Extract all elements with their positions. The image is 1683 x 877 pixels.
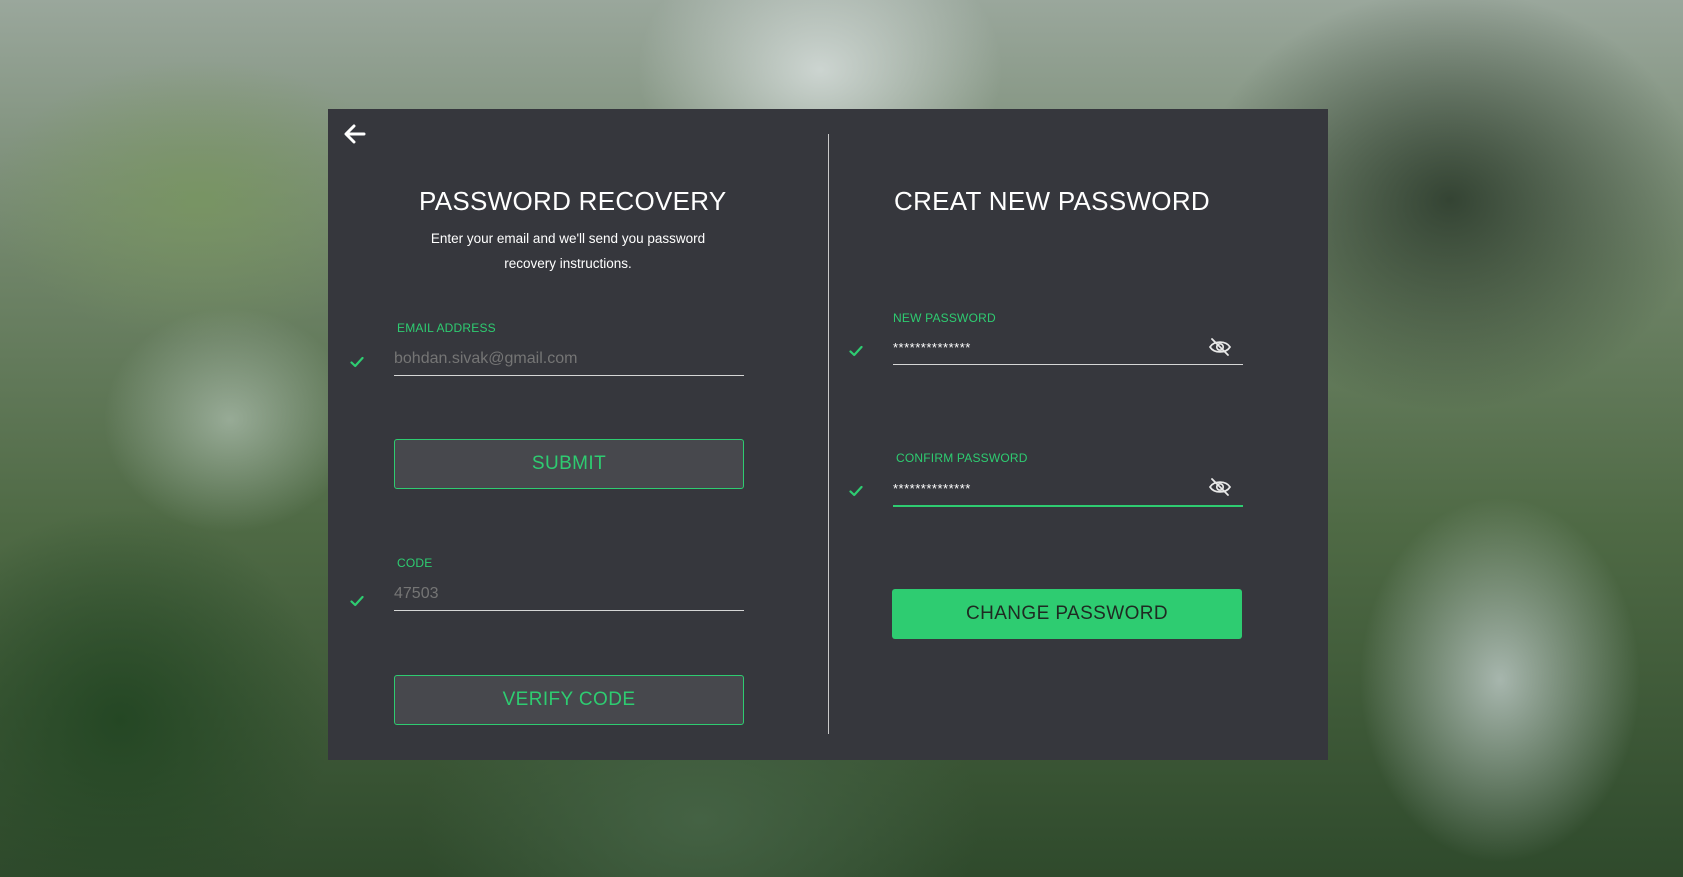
- email-input[interactable]: [394, 342, 744, 376]
- eye-off-icon[interactable]: [1208, 337, 1232, 357]
- confirm-password-input[interactable]: [893, 471, 1243, 507]
- code-input[interactable]: [394, 577, 744, 611]
- code-label: CODE: [397, 556, 433, 570]
- verify-code-button[interactable]: VERIFY CODE: [394, 675, 744, 725]
- new-password-input[interactable]: [893, 331, 1243, 365]
- submit-button[interactable]: SUBMIT: [394, 439, 744, 489]
- check-icon: [849, 345, 863, 357]
- new-password-title: CREAT NEW PASSWORD: [894, 186, 1210, 216]
- check-icon: [849, 485, 863, 497]
- password-recovery-panel: PASSWORD RECOVERY Enter your email and w…: [328, 109, 1328, 760]
- new-password-label: NEW PASSWORD: [893, 311, 996, 325]
- change-password-button[interactable]: CHANGE PASSWORD: [892, 589, 1242, 639]
- recovery-subtitle-line2: recovery instructions.: [504, 256, 632, 271]
- recovery-section: PASSWORD RECOVERY Enter your email and w…: [328, 109, 828, 760]
- check-icon: [350, 356, 364, 368]
- eye-off-icon[interactable]: [1208, 477, 1232, 497]
- check-icon: [350, 595, 364, 607]
- recovery-subtitle-line1: Enter your email and we'll send you pass…: [430, 231, 706, 246]
- new-password-section: CREAT NEW PASSWORD NEW PASSWORD CONFIRM …: [829, 109, 1328, 760]
- confirm-password-label: CONFIRM PASSWORD: [896, 451, 1028, 465]
- recovery-title: PASSWORD RECOVERY: [419, 186, 727, 216]
- recovery-subtitle: Enter your email and we'll send you pass…: [408, 226, 728, 276]
- email-label: EMAIL ADDRESS: [397, 321, 496, 335]
